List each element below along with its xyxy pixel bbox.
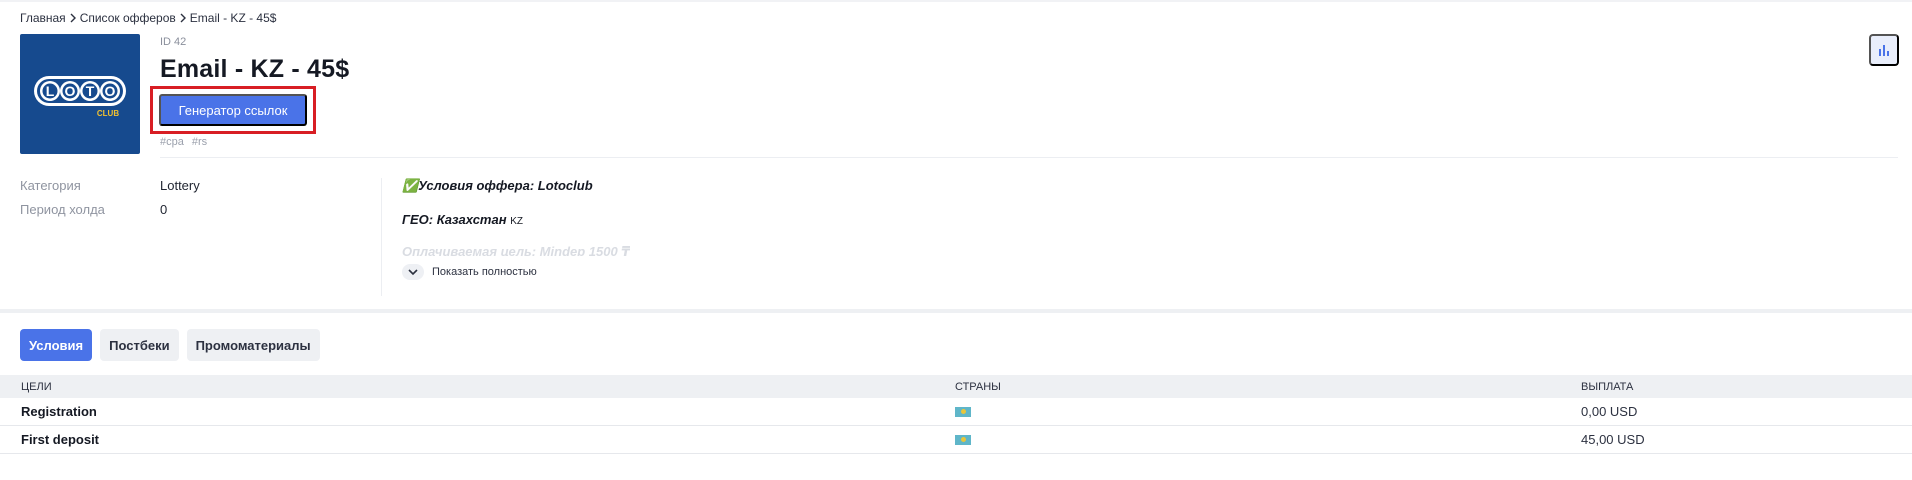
table-header: ЦЕЛИ СТРАНЫ ВЫПЛАТА bbox=[0, 375, 1912, 398]
svg-text:O: O bbox=[65, 83, 76, 99]
goals-table: ЦЕЛИ СТРАНЫ ВЫПЛАТА Registration 0,00 US… bbox=[0, 375, 1912, 454]
goal-cell: Registration bbox=[21, 404, 97, 419]
breadcrumb: Главная Список офферов Email - KZ - 45$ bbox=[20, 11, 276, 25]
vertical-divider bbox=[381, 178, 382, 296]
payout-cell: 0,00 USD bbox=[1581, 404, 1638, 419]
header-countries: СТРАНЫ bbox=[955, 380, 1001, 393]
kz-flag-icon bbox=[955, 434, 971, 445]
show-more-toggle[interactable]: Показать полностью bbox=[402, 264, 537, 280]
payout-cell: 45,00 USD bbox=[1581, 432, 1645, 447]
breadcrumb-current: Email - KZ - 45$ bbox=[189, 11, 277, 25]
chevron-right-icon bbox=[176, 13, 190, 23]
category-label: Категория bbox=[20, 178, 81, 193]
description-line-conditions: ✅Условия оффера: Lotoclub bbox=[402, 178, 593, 193]
table-row: First deposit 45,00 USD bbox=[0, 426, 1912, 454]
offer-title: Email - KZ - 45$ bbox=[160, 55, 350, 83]
offer-tags: #cpa #rs bbox=[160, 136, 207, 148]
breadcrumb-offers-list[interactable]: Список офферов bbox=[80, 11, 176, 25]
svg-text:O: O bbox=[105, 83, 116, 99]
svg-text:L: L bbox=[46, 83, 55, 99]
category-value: Lottery bbox=[160, 178, 200, 193]
hold-period-label: Период холда bbox=[20, 202, 105, 217]
svg-text:T: T bbox=[86, 83, 95, 99]
header-goals: ЦЕЛИ bbox=[21, 380, 52, 393]
section-divider bbox=[0, 309, 1912, 313]
hold-period-value: 0 bbox=[160, 202, 168, 217]
description-line-geo: ГЕО: Казахстан KZ bbox=[402, 212, 523, 227]
kz-flag-icon bbox=[955, 406, 971, 417]
tab-conditions[interactable]: Условия bbox=[20, 329, 93, 361]
chevron-right-icon bbox=[66, 13, 80, 23]
geo-text: ГЕО: Казахстан bbox=[402, 212, 507, 227]
header-divider bbox=[160, 157, 1898, 158]
geo-code: KZ bbox=[510, 216, 523, 227]
offer-id: ID 42 bbox=[160, 36, 187, 48]
table-row: Registration 0,00 USD bbox=[0, 398, 1912, 426]
link-generator-button[interactable]: Генератор ссылок bbox=[159, 94, 307, 126]
lotoclub-logo: L O T O CLUB bbox=[34, 76, 126, 118]
tab-promo[interactable]: Промоматериалы bbox=[186, 329, 320, 361]
offer-logo: L O T O CLUB bbox=[20, 34, 140, 154]
breadcrumb-home[interactable]: Главная bbox=[20, 11, 66, 25]
stats-button[interactable] bbox=[1869, 34, 1899, 66]
top-divider bbox=[0, 0, 1912, 2]
bar-chart-icon bbox=[1879, 45, 1889, 56]
header-payout: ВЫПЛАТА bbox=[1581, 380, 1634, 393]
svg-text:CLUB: CLUB bbox=[97, 109, 119, 118]
tag-rs[interactable]: #rs bbox=[192, 136, 207, 148]
tabs: Условия Постбеки Промоматериалы bbox=[20, 329, 320, 361]
description-line-faded: Оплачиваемая цель: Mindep 1500 ₸ bbox=[402, 244, 631, 256]
show-more-label: Показать полностью bbox=[432, 266, 537, 278]
tag-cpa[interactable]: #cpa bbox=[160, 136, 184, 148]
tab-postbacks[interactable]: Постбеки bbox=[100, 329, 179, 361]
chevron-down-icon bbox=[402, 264, 424, 280]
goal-cell: First deposit bbox=[21, 432, 100, 447]
